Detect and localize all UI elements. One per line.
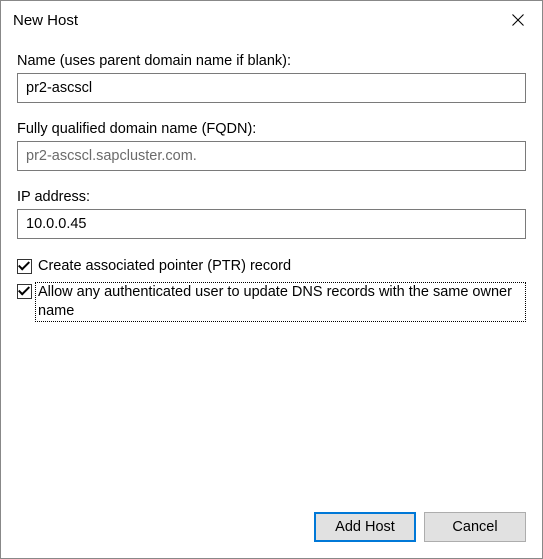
allow-update-checkbox[interactable] — [17, 284, 32, 299]
ptr-checkbox-row: Create associated pointer (PTR) record — [17, 257, 526, 276]
ip-label: IP address: — [17, 189, 526, 205]
fqdn-field-group: Fully qualified domain name (FQDN): — [17, 121, 526, 171]
close-icon — [512, 14, 524, 26]
name-input[interactable] — [17, 73, 526, 103]
fqdn-label: Fully qualified domain name (FQDN): — [17, 121, 526, 137]
cancel-button[interactable]: Cancel — [424, 512, 526, 542]
close-button[interactable] — [494, 3, 542, 37]
ptr-checkbox[interactable] — [17, 259, 32, 274]
button-row: Add Host Cancel — [314, 512, 526, 542]
ip-input[interactable] — [17, 209, 526, 239]
add-host-button[interactable]: Add Host — [314, 512, 416, 542]
dialog-title: New Host — [13, 12, 78, 29]
new-host-dialog: New Host Name (uses parent domain name i… — [0, 0, 543, 559]
titlebar: New Host — [1, 1, 542, 39]
allow-update-checkbox-row: Allow any authenticated user to update D… — [17, 282, 526, 322]
ip-field-group: IP address: — [17, 189, 526, 239]
allow-update-checkbox-label[interactable]: Allow any authenticated user to update D… — [35, 282, 526, 322]
name-field-group: Name (uses parent domain name if blank): — [17, 53, 526, 103]
dialog-content: Name (uses parent domain name if blank):… — [1, 39, 542, 558]
name-label: Name (uses parent domain name if blank): — [17, 53, 526, 69]
ptr-checkbox-label[interactable]: Create associated pointer (PTR) record — [38, 257, 291, 276]
fqdn-input — [17, 141, 526, 171]
